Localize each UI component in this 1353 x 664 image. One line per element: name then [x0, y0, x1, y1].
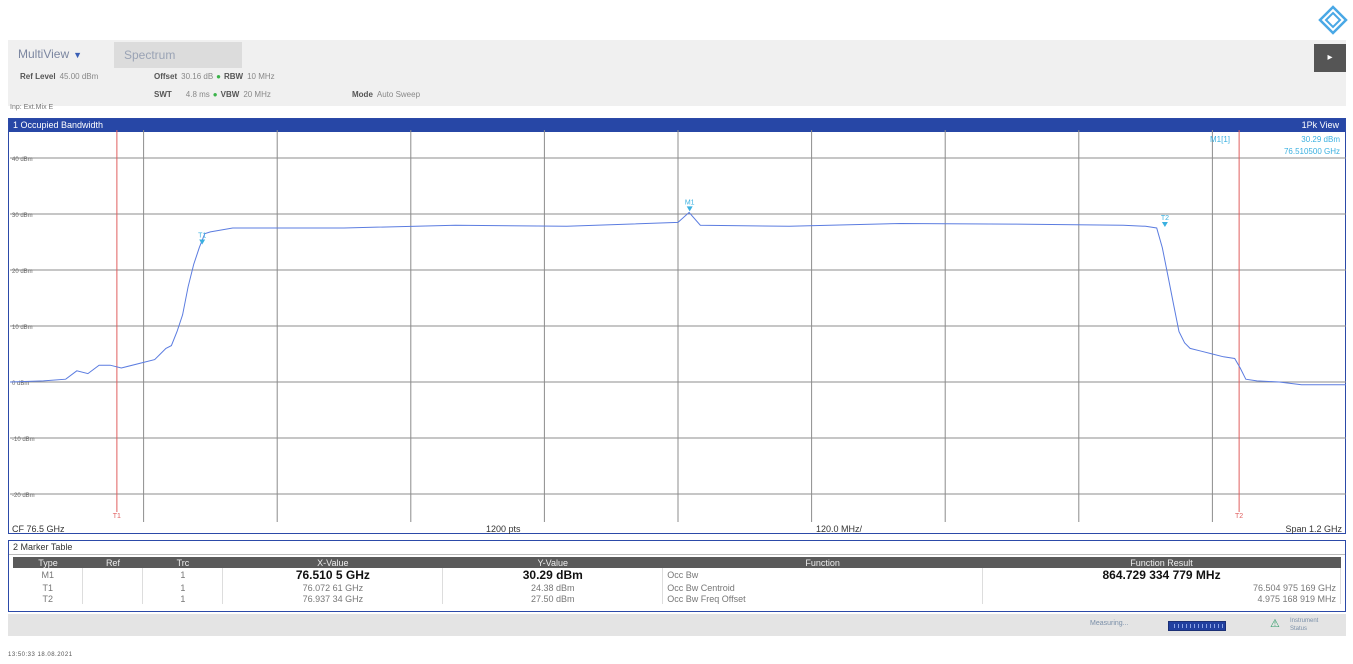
marker-t2 [1161, 222, 1168, 227]
cell-x-value: 76.937 34 GHz [222, 593, 444, 604]
y-tick-label: 40 dBm [12, 157, 33, 163]
instrument-status[interactable]: Instrument Status [1290, 617, 1318, 633]
col-y-value-header: Y-Value [442, 557, 663, 568]
table-header-row: Type Ref Trc X-Value Y-Value Function Fu… [13, 557, 1341, 568]
marker-readout-freq: 76.510500 GHz [1284, 147, 1340, 156]
vbw-label: VBW [220, 90, 240, 99]
marker-label: T2 [1161, 215, 1169, 222]
offset-label: Offset [154, 72, 178, 81]
cell-type: M1 [13, 568, 84, 582]
marker-readout-name: M1[1] [1210, 135, 1230, 144]
cell-function-result: 76.504 975 169 GHz [982, 582, 1341, 593]
swt-param[interactable]: SWT 4.8 ms ● VBW 20 MHz [154, 90, 271, 99]
mode-label: Mode [352, 90, 373, 99]
markers: M1 T1 T2 [198, 199, 1169, 245]
marker-readout-level: 30.29 dBm [1301, 135, 1340, 144]
cell-ref [82, 568, 144, 582]
coupled-indicator-icon: ● [212, 90, 218, 99]
rbw-label: RBW [224, 72, 244, 81]
mode-value: Auto Sweep [376, 90, 421, 99]
input-label: Inp: Ext.Mix E [10, 104, 54, 111]
y-tick-label: 30 dBm [12, 213, 33, 219]
col-function-header: Function [662, 557, 983, 568]
warning-icon[interactable]: ⚠ [1270, 617, 1280, 630]
tab-spectrum-label: Spectrum [124, 48, 176, 62]
y-tick-label: 20 dBm [12, 269, 33, 275]
y-tick-labels: 40 dBm30 dBm20 dBm10 dBm0 dBm-10 dBm-20 … [12, 157, 35, 499]
table-row[interactable]: T1 1 76.072 61 GHz 24.38 dBm Occ Bw Cent… [13, 582, 1341, 593]
grid [10, 130, 1346, 522]
progress-bar [1168, 621, 1226, 631]
y-tick-label: -10 dBm [12, 437, 35, 443]
rbw-value: 10 MHz [247, 72, 275, 81]
y-tick-label: -20 dBm [12, 493, 35, 499]
header-bar: MultiView ▼ Spectrum ▸ Ref Level 45.00 dBm… [8, 40, 1346, 111]
swt-label: SWT [154, 90, 172, 99]
axis-status-row: CF 76.5 GHz 1200 pts 120.0 MHz/ Span 1.2… [8, 523, 1346, 537]
cell-trc: 1 [142, 582, 224, 593]
cell-ref [82, 582, 144, 593]
limit-line-label: T2 [1235, 513, 1243, 520]
marker-m1 [686, 206, 693, 212]
spectrum-plot[interactable]: 40 dBm30 dBm20 dBm10 dBm0 dBm-10 dBm-20 … [10, 130, 1346, 522]
tab-spectrum[interactable]: Spectrum [114, 42, 242, 68]
cell-type: T1 [13, 582, 84, 593]
cell-function-result: 4.975 168 919 MHz [982, 593, 1341, 604]
tab-multiview-label: MultiView [18, 47, 70, 61]
limit-line-label: T1 [113, 513, 121, 520]
marker-label: T1 [198, 232, 206, 239]
center-frequency: CF 76.5 GHz [12, 524, 65, 534]
col-type-header: Type [13, 557, 83, 568]
sweep-points: 1200 pts [486, 524, 521, 534]
vbw-value: 20 MHz [243, 90, 271, 99]
table-row[interactable]: M1 1 76.510 5 GHz 30.29 dBm Occ Bw 864.7… [13, 568, 1341, 582]
cell-x-value: 76.510 5 GHz [222, 568, 444, 582]
status-bar: Measuring... ⚠ Instrument Status [8, 614, 1346, 636]
ref-level-value: 45.00 dBm [59, 72, 99, 81]
cell-function: Occ Bw [662, 568, 984, 582]
swt-value: 4.8 ms [185, 90, 210, 99]
offset-value: 30.16 dB [181, 72, 214, 81]
cell-y-value: 30.29 dBm [442, 568, 664, 582]
col-function-result-header: Function Result [982, 557, 1341, 568]
status-text-1: Instrument [1290, 618, 1319, 624]
ref-level-label: Ref Level [20, 72, 56, 81]
ref-level-param[interactable]: Ref Level 45.00 dBm [20, 72, 98, 81]
tab-multiview[interactable]: MultiView ▼ [8, 42, 112, 66]
status-text-2: Status [1290, 626, 1308, 632]
cell-function: Occ Bw Centroid [662, 582, 984, 593]
cell-x-value: 76.072 61 GHz [222, 582, 444, 593]
mode-param[interactable]: Mode Auto Sweep [352, 90, 420, 99]
cell-ref [82, 593, 144, 604]
marker-t1 [199, 239, 206, 245]
coupled-indicator-icon: ● [216, 72, 221, 81]
timestamp: 13:50:33 18.08.2021 [8, 652, 73, 658]
cell-y-value: 27.50 dBm [442, 593, 664, 604]
marker-table: Type Ref Trc X-Value Y-Value Function Fu… [13, 557, 1341, 604]
expand-panel-button[interactable]: ▸ [1314, 44, 1346, 72]
chevron-down-icon[interactable]: ▼ [73, 50, 82, 60]
col-trc-header: Trc [142, 557, 223, 568]
frequency-per-division: 120.0 MHz/ [816, 524, 863, 534]
marker-table-title-bar: 2 Marker Table [9, 541, 1345, 555]
col-x-value-header: X-Value [222, 557, 443, 568]
cell-function-result: 864.729 334 779 MHz [982, 568, 1341, 582]
cell-function: Occ Bw Freq Offset [662, 593, 984, 604]
cell-trc: 1 [142, 568, 224, 582]
diamond-logo-icon [1318, 5, 1348, 35]
cell-y-value: 24.38 dBm [442, 582, 664, 593]
y-tick-label: 10 dBm [12, 325, 33, 331]
marker-label: M1 [685, 199, 695, 206]
marker-table-window[interactable]: 2 Marker Table Type Ref Trc X-Value Y-Va… [8, 540, 1346, 612]
cell-type: T2 [13, 593, 84, 604]
span: Span 1.2 GHz [1285, 524, 1342, 534]
offset-param[interactable]: Offset 30.16 dB ● RBW 10 MHz [154, 72, 275, 81]
cell-trc: 1 [142, 593, 224, 604]
measuring-label: Measuring... [1090, 620, 1129, 627]
marker-table-title: 2 Marker Table [13, 542, 73, 552]
table-row[interactable]: T2 1 76.937 34 GHz 27.50 dBm Occ Bw Freq… [13, 593, 1341, 604]
col-ref-header: Ref [82, 557, 143, 568]
